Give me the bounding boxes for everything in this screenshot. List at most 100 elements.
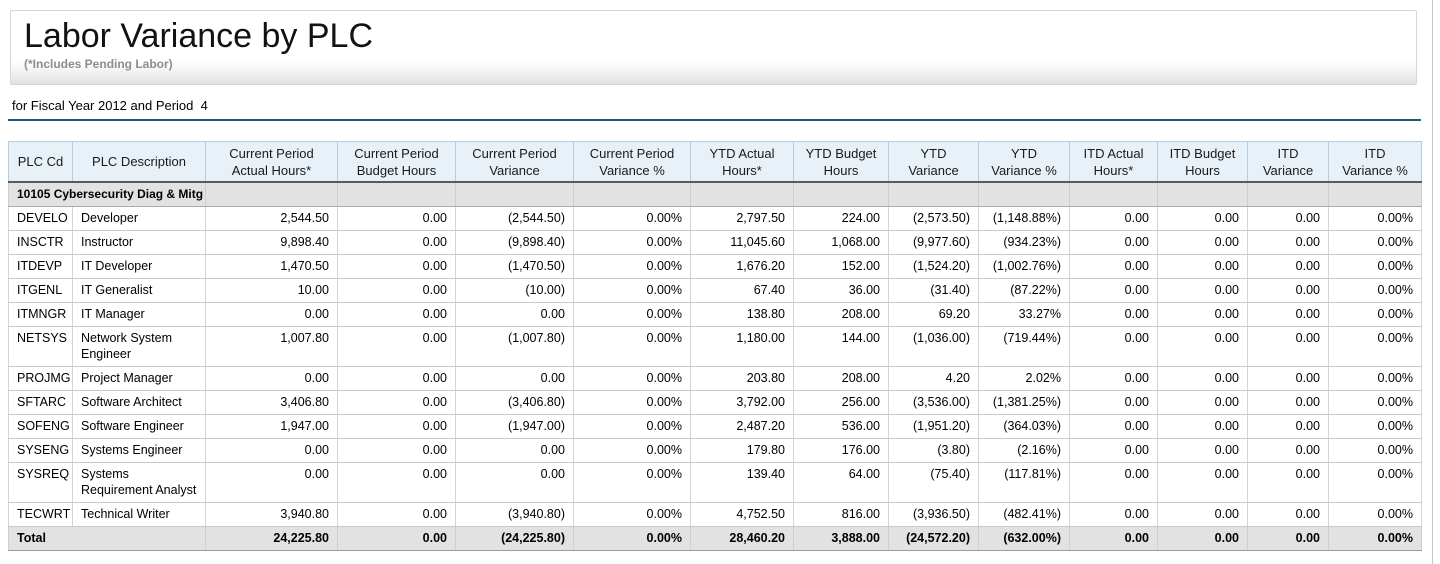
group-header-empty-cell: [206, 182, 338, 207]
value-cell: 0.00: [338, 503, 456, 527]
value-cell: 64.00: [794, 463, 889, 503]
value-cell: 0.00%: [574, 439, 691, 463]
value-cell: 2,797.50: [691, 207, 794, 231]
value-cell: 0.00: [1070, 439, 1158, 463]
table-row: TECWRTTechnical Writer3,940.800.00(3,940…: [9, 503, 1422, 527]
group-header-empty-cell: [1329, 182, 1422, 207]
value-cell: 203.80: [691, 367, 794, 391]
value-cell: 0.00: [338, 303, 456, 327]
value-cell: 0.00: [338, 439, 456, 463]
value-cell: 0.00%: [574, 327, 691, 367]
value-cell: 1,180.00: [691, 327, 794, 367]
value-cell: 0.00: [1248, 303, 1329, 327]
value-cell: 0.00: [1248, 391, 1329, 415]
value-cell: 0.00: [206, 439, 338, 463]
value-cell: 0.00: [1070, 463, 1158, 503]
value-cell: 0.00%: [574, 207, 691, 231]
table-row: PROJMGProject Manager0.000.000.000.00%20…: [9, 367, 1422, 391]
value-cell: 138.80: [691, 303, 794, 327]
value-cell: 0.00: [1070, 303, 1158, 327]
value-cell: (9,898.40): [456, 231, 574, 255]
value-cell: 0.00%: [574, 231, 691, 255]
value-cell: 0.00: [1248, 231, 1329, 255]
plc-code-cell: SYSREQ: [9, 463, 73, 503]
plc-description-cell: Project Manager: [73, 367, 206, 391]
value-cell: 0.00: [1248, 463, 1329, 503]
value-cell: 208.00: [794, 303, 889, 327]
column-header-7: YTD Actual Hours*: [691, 142, 794, 183]
value-cell: 11,045.60: [691, 231, 794, 255]
value-cell: 0.00: [1158, 231, 1248, 255]
value-cell: 2,544.50: [206, 207, 338, 231]
total-label-cell: Total: [9, 527, 206, 551]
value-cell: 0.00: [206, 303, 338, 327]
value-cell: (364.03%): [979, 415, 1070, 439]
total-value-cell: 0.00: [338, 527, 456, 551]
value-cell: 0.00: [1248, 439, 1329, 463]
table-header-row: PLC CdPLC DescriptionCurrent Period Actu…: [9, 142, 1422, 183]
value-cell: 0.00%: [574, 279, 691, 303]
value-cell: 4,752.50: [691, 503, 794, 527]
value-cell: 1,676.20: [691, 255, 794, 279]
plc-code-cell: TECWRT: [9, 503, 73, 527]
value-cell: 9,898.40: [206, 231, 338, 255]
plc-code-cell: NETSYS: [9, 327, 73, 367]
value-cell: 0.00: [1070, 391, 1158, 415]
total-value-cell: 0.00: [1248, 527, 1329, 551]
column-header-10: YTD Variance %: [979, 142, 1070, 183]
value-cell: (1,470.50): [456, 255, 574, 279]
value-cell: 0.00: [338, 231, 456, 255]
table-row: DEVELODeveloper2,544.500.00(2,544.50)0.0…: [9, 207, 1422, 231]
value-cell: 0.00: [1248, 503, 1329, 527]
table-row: SOFENGSoftware Engineer1,947.000.00(1,94…: [9, 415, 1422, 439]
value-cell: 0.00: [1158, 207, 1248, 231]
value-cell: (1,148.88%): [979, 207, 1070, 231]
value-cell: (1,951.20): [889, 415, 979, 439]
value-cell: 0.00%: [574, 255, 691, 279]
value-cell: 816.00: [794, 503, 889, 527]
value-cell: (2.16%): [979, 439, 1070, 463]
value-cell: 0.00%: [1329, 231, 1422, 255]
value-cell: 3,406.80: [206, 391, 338, 415]
value-cell: 0.00%: [574, 391, 691, 415]
value-cell: 0.00: [206, 367, 338, 391]
total-value-cell: 3,888.00: [794, 527, 889, 551]
value-cell: 0.00: [456, 303, 574, 327]
value-cell: 1,007.80: [206, 327, 338, 367]
value-cell: 4.20: [889, 367, 979, 391]
value-cell: 0.00: [338, 255, 456, 279]
table-row: INSCTRInstructor9,898.400.00(9,898.40)0.…: [9, 231, 1422, 255]
value-cell: 0.00: [338, 207, 456, 231]
table-row: NETSYSNetwork System Engineer1,007.800.0…: [9, 327, 1422, 367]
total-value-cell: (24,572.20): [889, 527, 979, 551]
value-cell: 0.00: [456, 367, 574, 391]
value-cell: (31.40): [889, 279, 979, 303]
value-cell: 1,068.00: [794, 231, 889, 255]
plc-description-cell: IT Manager: [73, 303, 206, 327]
table-row: SYSREQSystems Requirement Analyst0.000.0…: [9, 463, 1422, 503]
column-header-13: ITD Variance: [1248, 142, 1329, 183]
group-header-empty-cell: [889, 182, 979, 207]
total-value-cell: 0.00%: [1329, 527, 1422, 551]
value-cell: (3,536.00): [889, 391, 979, 415]
value-cell: 0.00: [1158, 255, 1248, 279]
column-header-14: ITD Variance %: [1329, 142, 1422, 183]
value-cell: 0.00%: [1329, 327, 1422, 367]
value-cell: 0.00: [338, 327, 456, 367]
value-cell: 0.00: [206, 463, 338, 503]
plc-code-cell: ITMNGR: [9, 303, 73, 327]
value-cell: 0.00%: [1329, 439, 1422, 463]
plc-code-cell: INSCTR: [9, 231, 73, 255]
column-header-2: PLC Description: [73, 142, 206, 183]
plc-description-cell: Developer: [73, 207, 206, 231]
value-cell: (1,002.76%): [979, 255, 1070, 279]
page-subtitle: (*Includes Pending Labor): [24, 57, 1416, 71]
plc-code-cell: SYSENG: [9, 439, 73, 463]
plc-code-cell: SOFENG: [9, 415, 73, 439]
value-cell: 0.00: [1158, 463, 1248, 503]
value-cell: 0.00: [1070, 255, 1158, 279]
value-cell: 208.00: [794, 367, 889, 391]
column-header-8: YTD Budget Hours: [794, 142, 889, 183]
report-period-text: for Fiscal Year 2012 and Period 4: [12, 98, 208, 113]
group-header-empty-cell: [1248, 182, 1329, 207]
